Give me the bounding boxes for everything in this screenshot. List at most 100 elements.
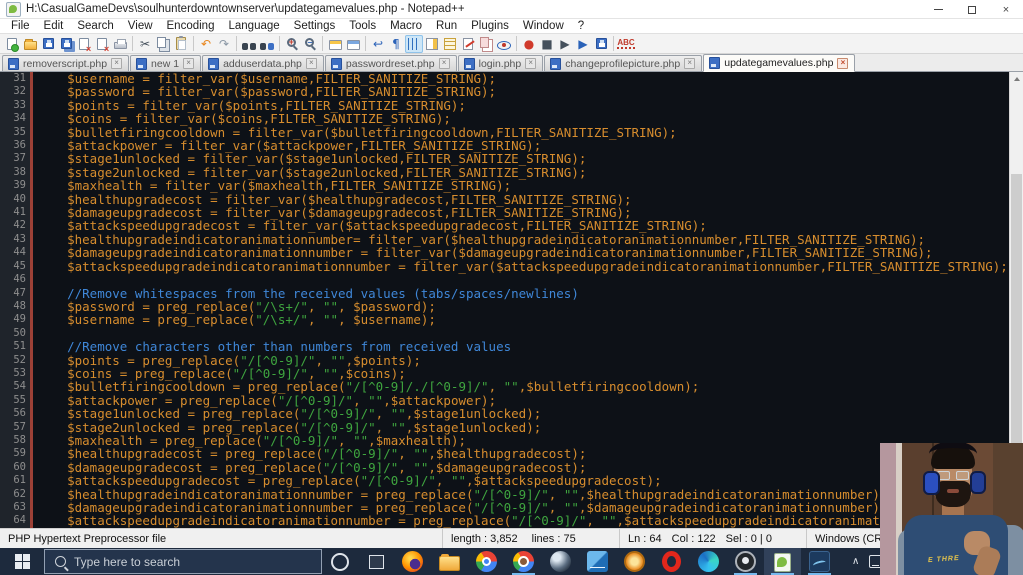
menu-item-encoding[interactable]: Encoding (160, 20, 222, 32)
save-all-icon[interactable] (57, 35, 75, 53)
maximize-button[interactable] (955, 0, 989, 19)
code-line: $stage2unlocked = filter_var($stage2unlo… (37, 164, 587, 180)
scroll-up-arrow-icon[interactable] (1010, 72, 1023, 86)
code-line: //Remove characters other than numbers f… (37, 339, 512, 355)
tab-passwordreset-php[interactable]: passwordreset.php × (324, 55, 457, 71)
taskbar-chrome-profile-icon[interactable] (505, 548, 542, 575)
menu-item-edit[interactable]: Edit (37, 20, 71, 32)
status-ln: Ln : 64 (628, 532, 662, 545)
menu-item-language[interactable]: Language (221, 20, 286, 32)
code-line: $damageupgradecost = filter_var($damageu… (37, 205, 632, 221)
tab-close-icon[interactable]: × (305, 58, 317, 69)
minimize-button[interactable] (921, 0, 955, 19)
zoom-in-icon[interactable] (283, 35, 301, 53)
indent-guide-icon[interactable] (405, 34, 423, 53)
line-number: 55 (13, 393, 26, 406)
save-icon[interactable] (39, 35, 57, 53)
code-editor[interactable]: 31 32 33 34 35 36 37 38 39 40 41 42 43 44 45 46 47 48 49 50… (0, 72, 1023, 528)
menu-item-plugins[interactable]: Plugins (464, 20, 516, 32)
cortana-button[interactable] (322, 552, 358, 571)
taskbar-chrome-icon (476, 551, 497, 572)
word-wrap-icon[interactable]: ↩ (369, 35, 387, 53)
show-hidden-icons-chevron[interactable]: ∧ (852, 556, 859, 567)
menu-item-window[interactable]: Window (516, 20, 571, 32)
desktop: H:\CasualGameDevs\soulhunterdowntownserv… (0, 0, 1023, 575)
taskbar-edge-icon[interactable] (690, 548, 727, 575)
print-icon[interactable] (111, 35, 129, 53)
line-number: 40 (13, 192, 26, 205)
menu-item-search[interactable]: Search (70, 20, 120, 32)
tab-updategamevalues-php[interactable]: updategamevalues.php × (703, 54, 856, 72)
file-icon (463, 57, 475, 70)
open-file-icon[interactable] (21, 35, 39, 53)
menu-item-tools[interactable]: Tools (342, 20, 383, 32)
close-button[interactable]: × (989, 0, 1023, 19)
menu-item-settings[interactable]: Settings (287, 20, 343, 32)
toolbar-separator (279, 36, 280, 51)
taskbar-blue-app-icon[interactable] (579, 548, 616, 575)
tab-close-icon[interactable]: × (525, 58, 537, 69)
sync-horizontal-icon[interactable] (344, 35, 362, 53)
macro-play-icon[interactable]: ▶ (556, 35, 574, 53)
replace-icon[interactable] (258, 35, 276, 53)
macro-stop-icon[interactable]: ■ (538, 35, 556, 53)
taskbar-xnview-icon[interactable] (616, 548, 653, 575)
macro-record-icon[interactable]: ● (520, 35, 538, 53)
function-list-icon[interactable] (441, 35, 459, 53)
macro-run-multiple-icon[interactable]: ▶ (574, 35, 592, 53)
taskbar-vector-app-icon[interactable] (801, 548, 838, 575)
sync-vertical-icon[interactable] (326, 35, 344, 53)
tab-close-icon[interactable]: × (438, 58, 450, 69)
taskbar-firefox-icon[interactable] (394, 548, 431, 575)
menu-item-macro[interactable]: Macro (383, 20, 429, 32)
find-icon[interactable] (240, 35, 258, 53)
modified-doc-icon[interactable] (459, 35, 477, 53)
toolbar-separator (193, 36, 194, 51)
taskbar-explorer-icon[interactable] (431, 548, 468, 575)
tab-login-php[interactable]: login.php × (457, 55, 544, 71)
spellcheck-icon[interactable]: ABC (617, 35, 635, 53)
taskbar-search-input[interactable]: Type here to search (44, 549, 322, 574)
redo-icon[interactable]: ↷ (215, 35, 233, 53)
task-view-button[interactable] (358, 554, 394, 569)
taskbar-chrome-icon[interactable] (468, 548, 505, 575)
tab-label: passwordreset.php (345, 57, 435, 70)
start-button[interactable] (0, 548, 44, 575)
tab-close-icon[interactable]: × (684, 58, 696, 69)
code-line: $points = preg_replace("/[^0-9]/", "",$p… (37, 352, 421, 368)
new-file-icon[interactable] (3, 35, 21, 53)
taskbar-obs-icon[interactable] (727, 548, 764, 575)
zoom-out-icon[interactable] (301, 35, 319, 53)
tab-close-icon[interactable]: × (837, 57, 849, 69)
menu-item-run[interactable]: Run (429, 20, 464, 32)
tab-new-1[interactable]: new 1 × (130, 55, 202, 71)
document-map-icon[interactable] (423, 35, 441, 53)
tab-removerscript-php[interactable]: removerscript.php × (2, 55, 130, 71)
code-line: //Remove whitespaces from the received v… (37, 285, 579, 301)
taskbar-steam-icon[interactable] (542, 548, 579, 575)
tab-adduserdata-php[interactable]: adduserdata.php × (202, 55, 324, 71)
close-icon[interactable] (75, 35, 93, 54)
tab-close-icon[interactable]: × (183, 58, 195, 69)
close-all-icon[interactable] (93, 35, 111, 54)
show-all-characters-icon[interactable]: ¶ (387, 35, 405, 53)
taskbar-notepadpp-icon[interactable] (764, 548, 801, 575)
macro-save-icon[interactable] (592, 35, 610, 53)
menu-item-file[interactable]: File (4, 20, 37, 32)
copy-icon[interactable] (154, 35, 172, 53)
monitoring-icon[interactable] (495, 35, 513, 53)
cut-icon[interactable]: ✂ (136, 35, 154, 53)
task-view-icon (368, 554, 384, 569)
tab-close-icon[interactable]: × (111, 58, 123, 69)
tab-changeprofilepicture-php[interactable]: changeprofilepicture.php × (544, 55, 703, 71)
person-glasses (937, 471, 969, 480)
status-doc-type: PHP Hypertext Preprocessor file (0, 529, 443, 548)
taskbar-opera-icon[interactable] (653, 548, 690, 575)
undo-icon[interactable]: ↶ (197, 35, 215, 53)
folder-workspace-icon[interactable] (477, 35, 495, 53)
paste-icon[interactable] (172, 35, 190, 53)
menu-item-view[interactable]: View (121, 20, 160, 32)
menu-item-help[interactable]: ? (571, 20, 591, 32)
code-text-area[interactable]: $username = filter_var($username,FILTER_… (33, 72, 1023, 528)
line-number: 41 (13, 206, 26, 219)
